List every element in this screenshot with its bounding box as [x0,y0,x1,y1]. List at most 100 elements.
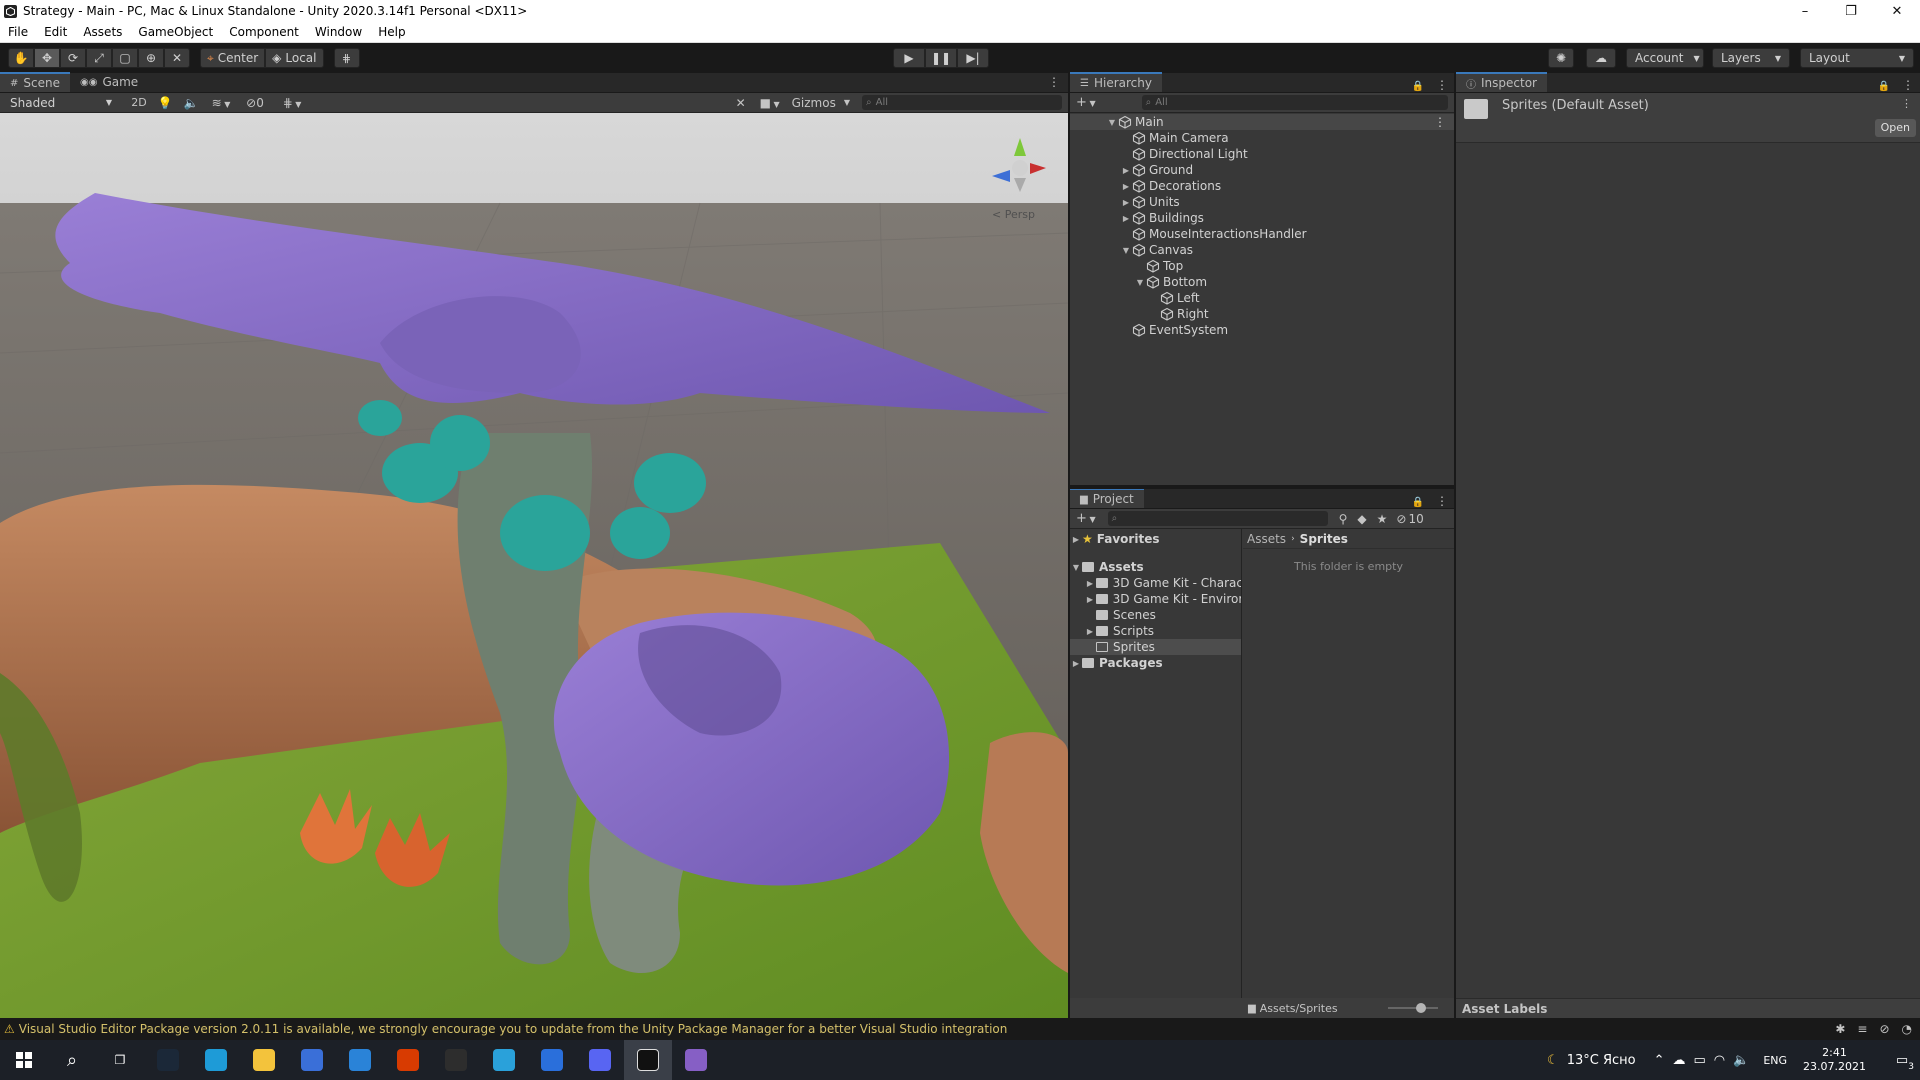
favorites-row[interactable]: ▶ ★ Favorites [1070,529,1241,549]
expand-arrow-icon[interactable]: ▶ [1084,579,1096,588]
kebab-menu-icon[interactable]: ⋮ [1430,494,1454,508]
taskbar-app-button[interactable] [432,1040,480,1080]
tab-hierarchy[interactable]: ☰ Hierarchy [1070,72,1162,92]
menu-help[interactable]: Help [370,25,413,39]
hierarchy-search-input[interactable]: ⌕ All [1141,95,1448,110]
expand-arrow-icon[interactable]: ▶ [1084,595,1096,604]
persp-label[interactable]: < Persp [992,208,1035,221]
zoom-slider[interactable] [1388,1007,1438,1009]
taskbar-app-button[interactable] [528,1040,576,1080]
camera-dropdown[interactable]: ■ ▼ [754,96,786,110]
hidden-packages-toggle[interactable]: ⊘ 10 [1392,512,1427,526]
project-folder-row[interactable]: ▶ 3D Game Kit - Enviror [1070,591,1241,607]
cloud-icon[interactable]: ☁ [1672,1053,1685,1068]
expand-arrow-icon[interactable]: ▶ [1120,214,1132,223]
effects-dropdown[interactable]: ≋ ▼ [204,96,238,110]
project-folder-row[interactable]: ▶ Scripts [1070,623,1241,639]
menu-window[interactable]: Window [307,25,370,39]
kebab-menu-icon[interactable]: ⋮ [1434,115,1446,129]
hierarchy-item[interactable]: ▶ Decorations [1070,178,1454,194]
create-button[interactable]: + ▼ [1070,95,1102,110]
taskbar-app-button[interactable] [624,1040,672,1080]
kebab-menu-icon[interactable]: ⋮ [1896,78,1920,92]
gizmos-dropdown[interactable]: Gizmos ▼ [786,96,856,110]
inspector-kebab-icon[interactable]: ⋮ [1901,97,1912,110]
menu-assets[interactable]: Assets [75,25,130,39]
draw-mode-dropdown[interactable]: Shaded ▼ [2,93,120,112]
step-button[interactable]: ▶| [957,48,989,68]
no-cache-icon[interactable]: ⊘ [1879,1022,1889,1036]
menu-file[interactable]: File [0,25,36,39]
volume-icon[interactable]: 🔈 [1733,1053,1749,1068]
language-indicator[interactable]: ENG [1763,1054,1787,1067]
hidden-objects-toggle[interactable]: ⊘0 [238,96,272,110]
filter-type-icon[interactable]: ⚲ [1334,512,1353,526]
status-bar[interactable]: ⚠ Visual Studio Editor Package version 2… [0,1018,1920,1040]
lock-icon[interactable]: 🔒 [1406,497,1430,508]
chevron-up-icon[interactable]: ⌃ [1654,1053,1665,1068]
layers-dropdown[interactable]: Layers ▼ [1712,48,1790,68]
maximize-button[interactable]: ❐ [1828,0,1874,22]
toggle-2d-button[interactable]: 2D [126,96,152,109]
account-dropdown[interactable]: Account ▼ [1626,48,1704,68]
collab-button[interactable]: ✺ [1548,48,1574,68]
tab-inspector[interactable]: ⓘ Inspector [1456,72,1547,92]
taskbar-app-button[interactable] [144,1040,192,1080]
expand-arrow-icon[interactable]: ▼ [1134,278,1146,287]
expand-arrow-icon[interactable]: ▼ [1070,563,1082,572]
hierarchy-item[interactable]: MouseInteractionsHandler [1070,226,1454,242]
menu-component[interactable]: Component [221,25,307,39]
lock-icon[interactable]: 🔒 [1406,81,1430,92]
star-icon[interactable]: ★ [1372,512,1393,526]
expand-arrow-icon[interactable]: ▶ [1084,627,1096,636]
breadcrumb-sprites[interactable]: Sprites [1300,532,1348,546]
scene-viewport[interactable]: < Persp [0,113,1068,1018]
hierarchy-item[interactable]: ▼ Canvas [1070,242,1454,258]
project-folder-row[interactable]: Sprites [1070,639,1241,655]
panel-divider[interactable] [1070,485,1454,489]
project-create-button[interactable]: + ▼ [1070,511,1102,526]
taskbar-app-button[interactable] [384,1040,432,1080]
hierarchy-item[interactable]: Directional Light [1070,146,1454,162]
asset-labels-footer[interactable]: Asset Labels [1456,998,1920,1018]
menu-edit[interactable]: Edit [36,25,75,39]
hierarchy-item[interactable]: Left [1070,290,1454,306]
grid-dropdown[interactable]: ⋕ ▼ [272,96,312,110]
custom-tool-button[interactable]: ✕ [164,48,190,68]
taskbar-app-button[interactable] [480,1040,528,1080]
rotate-tool-button[interactable]: ⟳ [60,48,86,68]
project-folder-row[interactable]: Scenes [1070,607,1241,623]
hierarchy-item[interactable]: ▶ Ground [1070,162,1454,178]
kebab-menu-icon[interactable]: ⋮ [1430,78,1454,92]
hierarchy-item[interactable]: Main Camera [1070,130,1454,146]
weather-text[interactable]: 13°C Ясно [1567,1053,1636,1068]
transform-tool-button[interactable]: ⊕ [138,48,164,68]
battery-icon[interactable]: ▭ [1693,1053,1705,1068]
audio-toggle[interactable]: 🔈 [178,96,204,110]
taskbar-app-button[interactable] [288,1040,336,1080]
expand-arrow-icon[interactable]: ▶ [1070,659,1082,668]
menu-gameobject[interactable]: GameObject [130,25,221,39]
grid-snap-button[interactable]: ⋕ [333,48,360,68]
cloud-button[interactable]: ☁ [1586,48,1616,68]
project-folder-row[interactable]: ▼ Assets [1070,559,1241,575]
task-view-button[interactable]: ❐ [96,1040,144,1080]
expand-arrow-icon[interactable]: ▶ [1120,198,1132,207]
pivot-mode-button[interactable]: ⌖ Center [200,48,266,68]
expand-arrow-icon[interactable]: ▶ [1120,166,1132,175]
tag-icon[interactable]: ◆ [1352,512,1371,526]
progress-icon[interactable]: ◔ [1902,1022,1912,1036]
open-button[interactable]: Open [1874,119,1916,137]
panel-menu-button[interactable]: ⋮ [1040,72,1068,92]
project-search-input[interactable]: ⌕ [1107,511,1328,526]
search-button[interactable]: ⌕ [48,1040,96,1080]
start-button[interactable] [0,1040,48,1080]
expand-arrow-icon[interactable]: ▶ [1120,182,1132,191]
hierarchy-scene-row[interactable]: ▼ Main ⋮ [1070,114,1454,130]
tab-scene[interactable]: # Scene [0,72,70,92]
breadcrumb-assets[interactable]: Assets [1247,532,1286,546]
hierarchy-item[interactable]: Right [1070,306,1454,322]
scene-tools-button[interactable]: ✕ [728,96,754,110]
taskbar-app-button[interactable] [336,1040,384,1080]
move-tool-button[interactable]: ✥ [34,48,60,68]
